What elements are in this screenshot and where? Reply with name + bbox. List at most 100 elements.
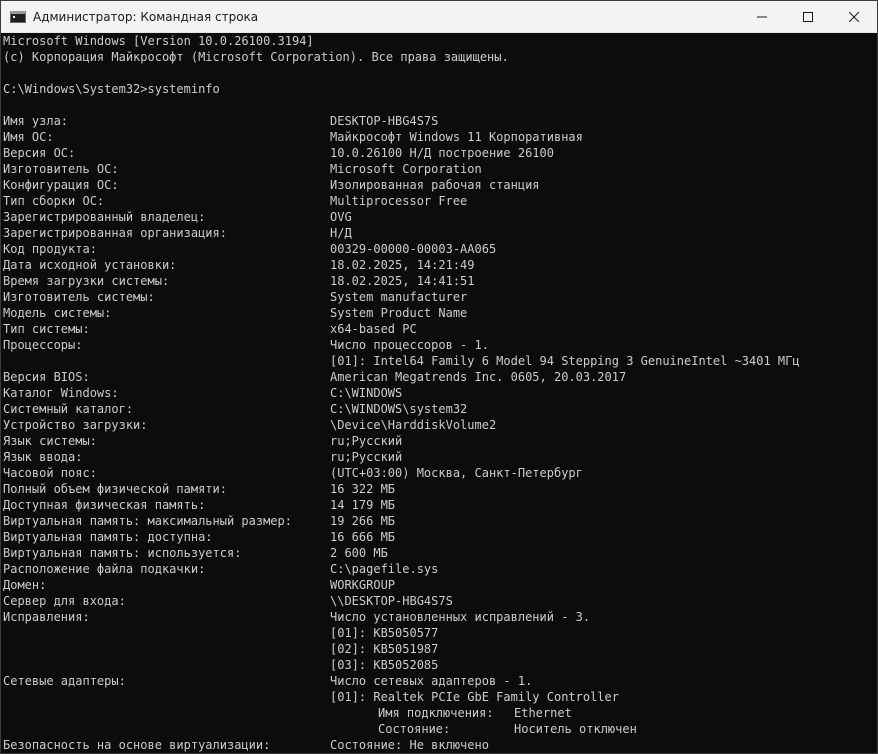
systeminfo-field: Системный каталог: C:\WINDOWS\system32 <box>3 401 877 417</box>
field-value: Multiprocessor Free <box>330 194 468 208</box>
maximize-button[interactable] <box>785 1 831 32</box>
systeminfo-field: Имя узла: DESKTOP-HBG4S7S <box>3 113 877 129</box>
field-key <box>3 353 330 369</box>
field-key <box>3 657 330 673</box>
minimize-icon <box>757 16 767 17</box>
adapter-detail-value: Ethernet <box>514 706 572 720</box>
field-key: Дата исходной установки: <box>3 258 177 272</box>
field-key: Доступная физическая память: <box>3 498 206 512</box>
field-value: Майкрософт Windows 11 Корпоративная <box>330 130 583 144</box>
field-key: Каталог Windows: <box>3 386 119 400</box>
field-key <box>3 625 330 641</box>
field-value: [01]: Intel64 Family 6 Model 94 Stepping… <box>330 354 800 368</box>
field-value: 16 322 МБ <box>330 482 396 496</box>
field-key: Сервер для входа: <box>3 594 126 608</box>
systeminfo-field: Имя ОС: Майкрософт Windows 11 Корпоративн… <box>3 129 877 145</box>
field-key: Модель системы: <box>3 306 112 320</box>
field-key: Изготовитель ОС: <box>3 162 119 176</box>
systeminfo-field: Виртуальная память: максимальный размер:… <box>3 513 877 529</box>
systeminfo-field: Домен: WORKGROUP <box>3 577 877 593</box>
window-title: Администратор: Командная строка <box>33 9 259 24</box>
field-value: 2 600 МБ <box>330 546 388 560</box>
field-key: Тип системы: <box>3 322 90 336</box>
systeminfo-field: Конфигурация ОС: Изолированная рабочая ст… <box>3 177 877 193</box>
field-key: Полный объем физической памяти: <box>3 482 227 496</box>
systeminfo-field: [01]: Realtek PCIe GbE Family Controller <box>3 689 877 705</box>
console-output[interactable]: Microsoft Windows [Version 10.0.26100.31… <box>1 33 877 753</box>
systeminfo-field: Доступная физическая память: 14 179 МБ <box>3 497 877 513</box>
systeminfo-field: Виртуальная память: доступна: 16 666 МБ <box>3 529 877 545</box>
field-key: Тип сборки ОС: <box>3 194 105 208</box>
adapter-details: Имя подключения: Ethernet Состояние: Носите… <box>3 705 877 737</box>
systeminfo-field: Виртуальная память: используется: 2 600 М… <box>3 545 877 561</box>
field-value: C:\WINDOWS\system32 <box>330 402 468 416</box>
field-value: 00329-00000-00003-AA065 <box>330 242 497 256</box>
systeminfo-field: Код продукта: 00329-00000-00003-AA065 <box>3 241 877 257</box>
systeminfo-field: [01]: Intel64 Family 6 Model 94 Stepping… <box>3 353 877 369</box>
systeminfo-field: Каталог Windows: C:\WINDOWS <box>3 385 877 401</box>
field-key: Расположение файла подкачки: <box>3 562 206 576</box>
field-key: Устройство загрузки: <box>3 418 148 432</box>
maximize-icon <box>803 11 813 22</box>
field-value: [01]: Realtek PCIe GbE Family Controller <box>330 690 619 704</box>
window-controls <box>739 1 877 32</box>
systeminfo-field: Часовой пояс: (UTC+03:00) Москва, Санкт-П… <box>3 465 877 481</box>
systeminfo-field: Исправления: Число установленных исправле… <box>3 609 877 625</box>
field-value: 19 266 МБ <box>330 514 396 528</box>
systeminfo-field: Время загрузки системы: 18.02.2025, 14:41… <box>3 273 877 289</box>
systeminfo-field: [03]: KB5052085 <box>3 657 877 673</box>
field-key <box>3 689 330 705</box>
command-prompt-window: Администратор: Командная строка Microsof… <box>0 0 878 754</box>
field-key: Язык системы: <box>3 434 97 448</box>
field-key: Зарегистрированный владелец: <box>3 210 206 224</box>
field-key <box>3 705 330 721</box>
field-key: Сетевые адаптеры: <box>3 674 126 688</box>
field-key: Виртуальная память: используется: <box>3 546 242 560</box>
field-key: Имя ОС: <box>3 130 54 144</box>
systeminfo-field: Изготовитель системы: System manufacturer <box>3 289 877 305</box>
adapter-detail-line: Состояние: Носитель отключен <box>3 721 877 737</box>
field-value: 18.02.2025, 14:41:51 <box>330 274 475 288</box>
field-key <box>3 641 330 657</box>
command-prompt-line: C:\Windows\System32>systeminfo <box>3 82 220 96</box>
field-value: Число сетевых адаптеров - 1. <box>330 674 533 688</box>
field-key: Изготовитель системы: <box>3 290 155 304</box>
field-value: Состояние: Не включено <box>330 738 489 752</box>
field-value: (UTC+03:00) Москва, Санкт-Петербург <box>330 466 583 480</box>
field-value: ru;Русский <box>330 450 403 464</box>
field-value: American Megatrends Inc. 0605, 20.03.201… <box>330 370 627 384</box>
field-key: Время загрузки системы: <box>3 274 170 288</box>
field-value: Microsoft Corporation <box>330 162 482 176</box>
systeminfo-field: [01]: KB5050577 <box>3 625 877 641</box>
minimize-button[interactable] <box>739 1 785 32</box>
field-key: Конфигурация ОС: <box>3 178 119 192</box>
adapter-detail-line: Имя подключения: Ethernet <box>3 705 877 721</box>
systeminfo-field: Модель системы: System Product Name <box>3 305 877 321</box>
console-header-line: (c) Корпорация Майкрософт (Microsoft Cor… <box>3 50 509 64</box>
field-key: Виртуальная память: доступна: <box>3 530 213 544</box>
field-key: Код продукта: <box>3 242 97 256</box>
systeminfo-fields: Имя узла: DESKTOP-HBG4S7S Имя ОС: Майкрософ… <box>3 113 877 705</box>
field-value: [03]: KB5052085 <box>330 658 439 672</box>
systeminfo-field: Безопасность на основе виртуализации: Сос… <box>3 737 877 753</box>
field-key: Процессоры: <box>3 338 83 352</box>
field-value: OVG <box>330 210 352 224</box>
field-key: Язык ввода: <box>3 450 83 464</box>
field-value: 18.02.2025, 14:21:49 <box>330 258 475 272</box>
field-key: Исправления: <box>3 610 90 624</box>
systeminfo-field: Процессоры: Число процессоров - 1. <box>3 337 877 353</box>
field-value: 10.0.26100 Н/Д построение 26100 <box>330 146 554 160</box>
console-header-line: Microsoft Windows [Version 10.0.26100.31… <box>3 34 314 48</box>
systeminfo-field: Сервер для входа: \\DESKTOP-HBG4S7S <box>3 593 877 609</box>
adapter-detail-value: Носитель отключен <box>514 722 637 736</box>
adapter-detail-label: Имя подключения: <box>378 706 494 720</box>
field-key: Версия ОС: <box>3 146 76 160</box>
title-bar[interactable]: Администратор: Командная строка <box>1 1 877 33</box>
field-value: C:\WINDOWS <box>330 386 403 400</box>
field-key: Зарегистрированная организация: <box>3 226 227 240</box>
close-button[interactable] <box>831 1 877 32</box>
systeminfo-field: Дата исходной установки: 18.02.2025, 14:2… <box>3 257 877 273</box>
systeminfo-field: Язык системы: ru;Русский <box>3 433 877 449</box>
